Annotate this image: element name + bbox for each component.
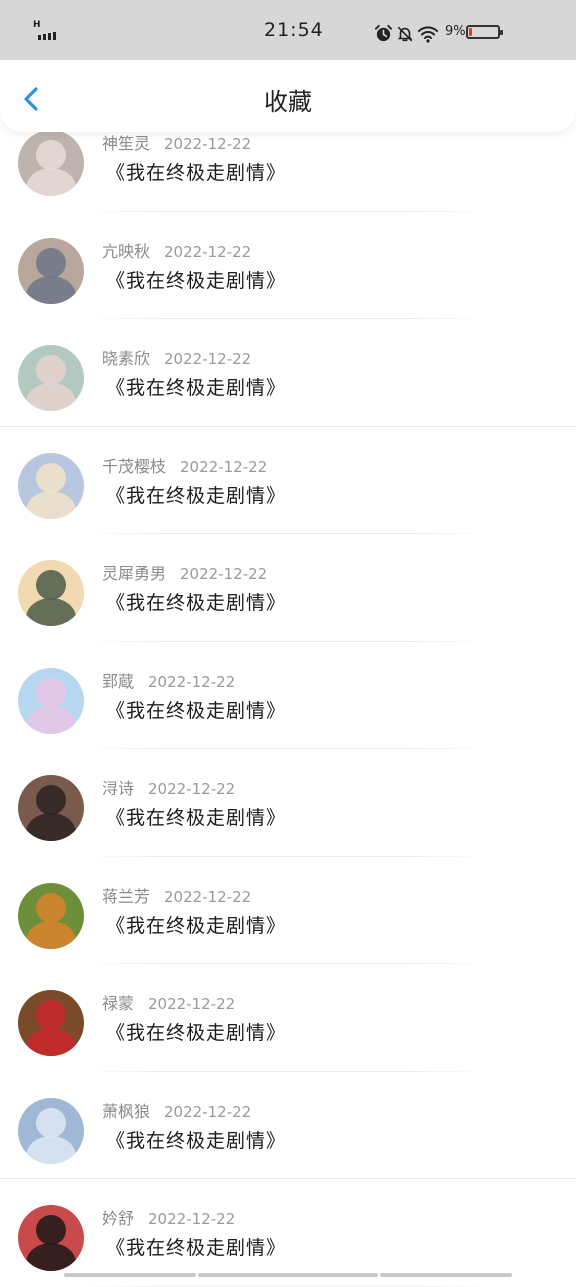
work-title[interactable]: 《我在终极走剧情》 [106,803,286,830]
item-meta: 神笙灵 2022-12-22 [102,130,252,153]
work-title[interactable]: 《我在终极走剧情》 [106,911,286,938]
favorite-date: 2022-12-22 [148,672,236,691]
work-title[interactable]: 《我在终极走剧情》 [106,1018,286,1045]
user-name: 妗舒 [102,1209,135,1228]
favorite-item[interactable]: 蒋兰芳 2022-12-22 《我在终极走剧情》 [0,857,576,964]
battery-icon [466,25,503,39]
user-name: 神笙灵 [102,134,151,153]
battery-level-fill [469,28,472,36]
avatar[interactable] [18,882,84,949]
user-name: 蒋兰芳 [102,886,151,906]
user-name: 禄蒙 [102,994,135,1013]
favorite-item[interactable]: 萧枫狼 2022-12-22 《我在终极走剧情》 [0,1072,576,1179]
user-name: 亢映秋 [102,241,151,261]
favorite-item[interactable]: 千茂樱枝 2022-12-22 《我在终极走剧情》 [0,427,576,534]
favorite-date: 2022-12-22 [164,135,252,153]
user-name: 灵犀勇男 [102,564,167,583]
work-title[interactable]: 《我在终极走剧情》 [106,481,286,508]
avatar[interactable] [18,990,84,1056]
favorite-date: 2022-12-22 [180,457,268,476]
favorite-date: 2022-12-22 [164,350,252,368]
favorite-item[interactable]: 灵犀勇男 2022-12-22 《我在终极走剧情》 [0,534,576,642]
wifi-icon [418,26,438,43]
user-name: 晓素欣 [102,349,151,368]
work-title[interactable]: 《我在终极走剧情》 [106,1126,286,1153]
status-time: 21:54 [264,19,324,41]
favorite-item[interactable]: 禄蒙 2022-12-22 《我在终极走剧情》 [0,964,576,1072]
network-type-label: H [33,20,41,30]
user-name: 千茂樱枝 [102,456,167,476]
avatar[interactable] [18,1097,84,1164]
item-meta: 浔诗 2022-12-22 [102,775,236,798]
user-name: 萧枫狼 [102,1101,151,1121]
favorites-list: 神笙灵 2022-12-22 《我在终极走剧情》 亢映秋 2022-12-22 《我在终极… [0,104,576,1287]
home-indicator [64,1273,196,1277]
work-title[interactable]: 《我在终极走剧情》 [106,1233,286,1260]
item-meta: 禄蒙 2022-12-22 [102,990,236,1013]
item-meta: 萧枫狼 2022-12-22 [102,1098,252,1121]
favorite-item[interactable]: 晓素欣 2022-12-22 《我在终极走剧情》 [0,319,576,427]
alarm-icon [374,24,393,42]
work-title[interactable]: 《我在终极走剧情》 [106,696,286,723]
favorite-item[interactable]: 浔诗 2022-12-22 《我在终极走剧情》 [0,749,576,857]
work-title[interactable]: 《我在终极走剧情》 [106,266,286,293]
avatar[interactable] [18,560,84,626]
favorite-date: 2022-12-22 [148,995,236,1013]
item-meta: 亢映秋 2022-12-22 [102,238,252,261]
mute-icon [397,26,413,42]
favorite-date: 2022-12-22 [164,242,252,261]
favorite-item[interactable]: 妗舒 2022-12-22 《我在终极走剧情》 [0,1179,576,1287]
work-title[interactable]: 《我在终极走剧情》 [106,158,286,185]
favorite-date: 2022-12-22 [164,1102,252,1121]
favorite-date: 2022-12-22 [148,1210,236,1228]
work-title[interactable]: 《我在终极走剧情》 [106,373,286,400]
user-name: 郢蔵 [102,671,135,691]
favorite-item[interactable]: 亢映秋 2022-12-22 《我在终极走剧情》 [0,212,576,319]
work-title[interactable]: 《我在终极走剧情》 [106,588,286,615]
home-indicator [198,1273,378,1277]
avatar[interactable] [18,775,84,841]
item-meta: 灵犀勇男 2022-12-22 [102,560,268,583]
avatar[interactable] [18,130,84,196]
status-bar: H 21:54 9% [0,0,576,60]
item-meta: 郢蔵 2022-12-22 [102,668,236,691]
item-meta: 晓素欣 2022-12-22 [102,345,252,368]
page-title: 收藏 [264,88,312,116]
favorite-item[interactable]: 郢蔵 2022-12-22 《我在终极走剧情》 [0,642,576,749]
avatar[interactable] [18,237,84,304]
avatar[interactable] [18,1205,84,1271]
avatar[interactable] [18,667,84,734]
favorite-date: 2022-12-22 [164,887,252,906]
battery-percent: 9% [445,24,466,39]
item-meta: 蒋兰芳 2022-12-22 [102,883,252,906]
signal-icon: H [33,20,63,42]
home-indicator [380,1273,512,1277]
item-meta: 千茂樱枝 2022-12-22 [102,453,268,476]
avatar[interactable] [18,452,84,519]
avatar[interactable] [18,345,84,411]
favorite-date: 2022-12-22 [180,565,268,583]
item-meta: 妗舒 2022-12-22 [102,1205,236,1228]
favorite-date: 2022-12-22 [148,780,236,798]
divider [82,1285,490,1287]
app-header: 收藏 [0,60,576,132]
user-name: 浔诗 [102,779,135,798]
